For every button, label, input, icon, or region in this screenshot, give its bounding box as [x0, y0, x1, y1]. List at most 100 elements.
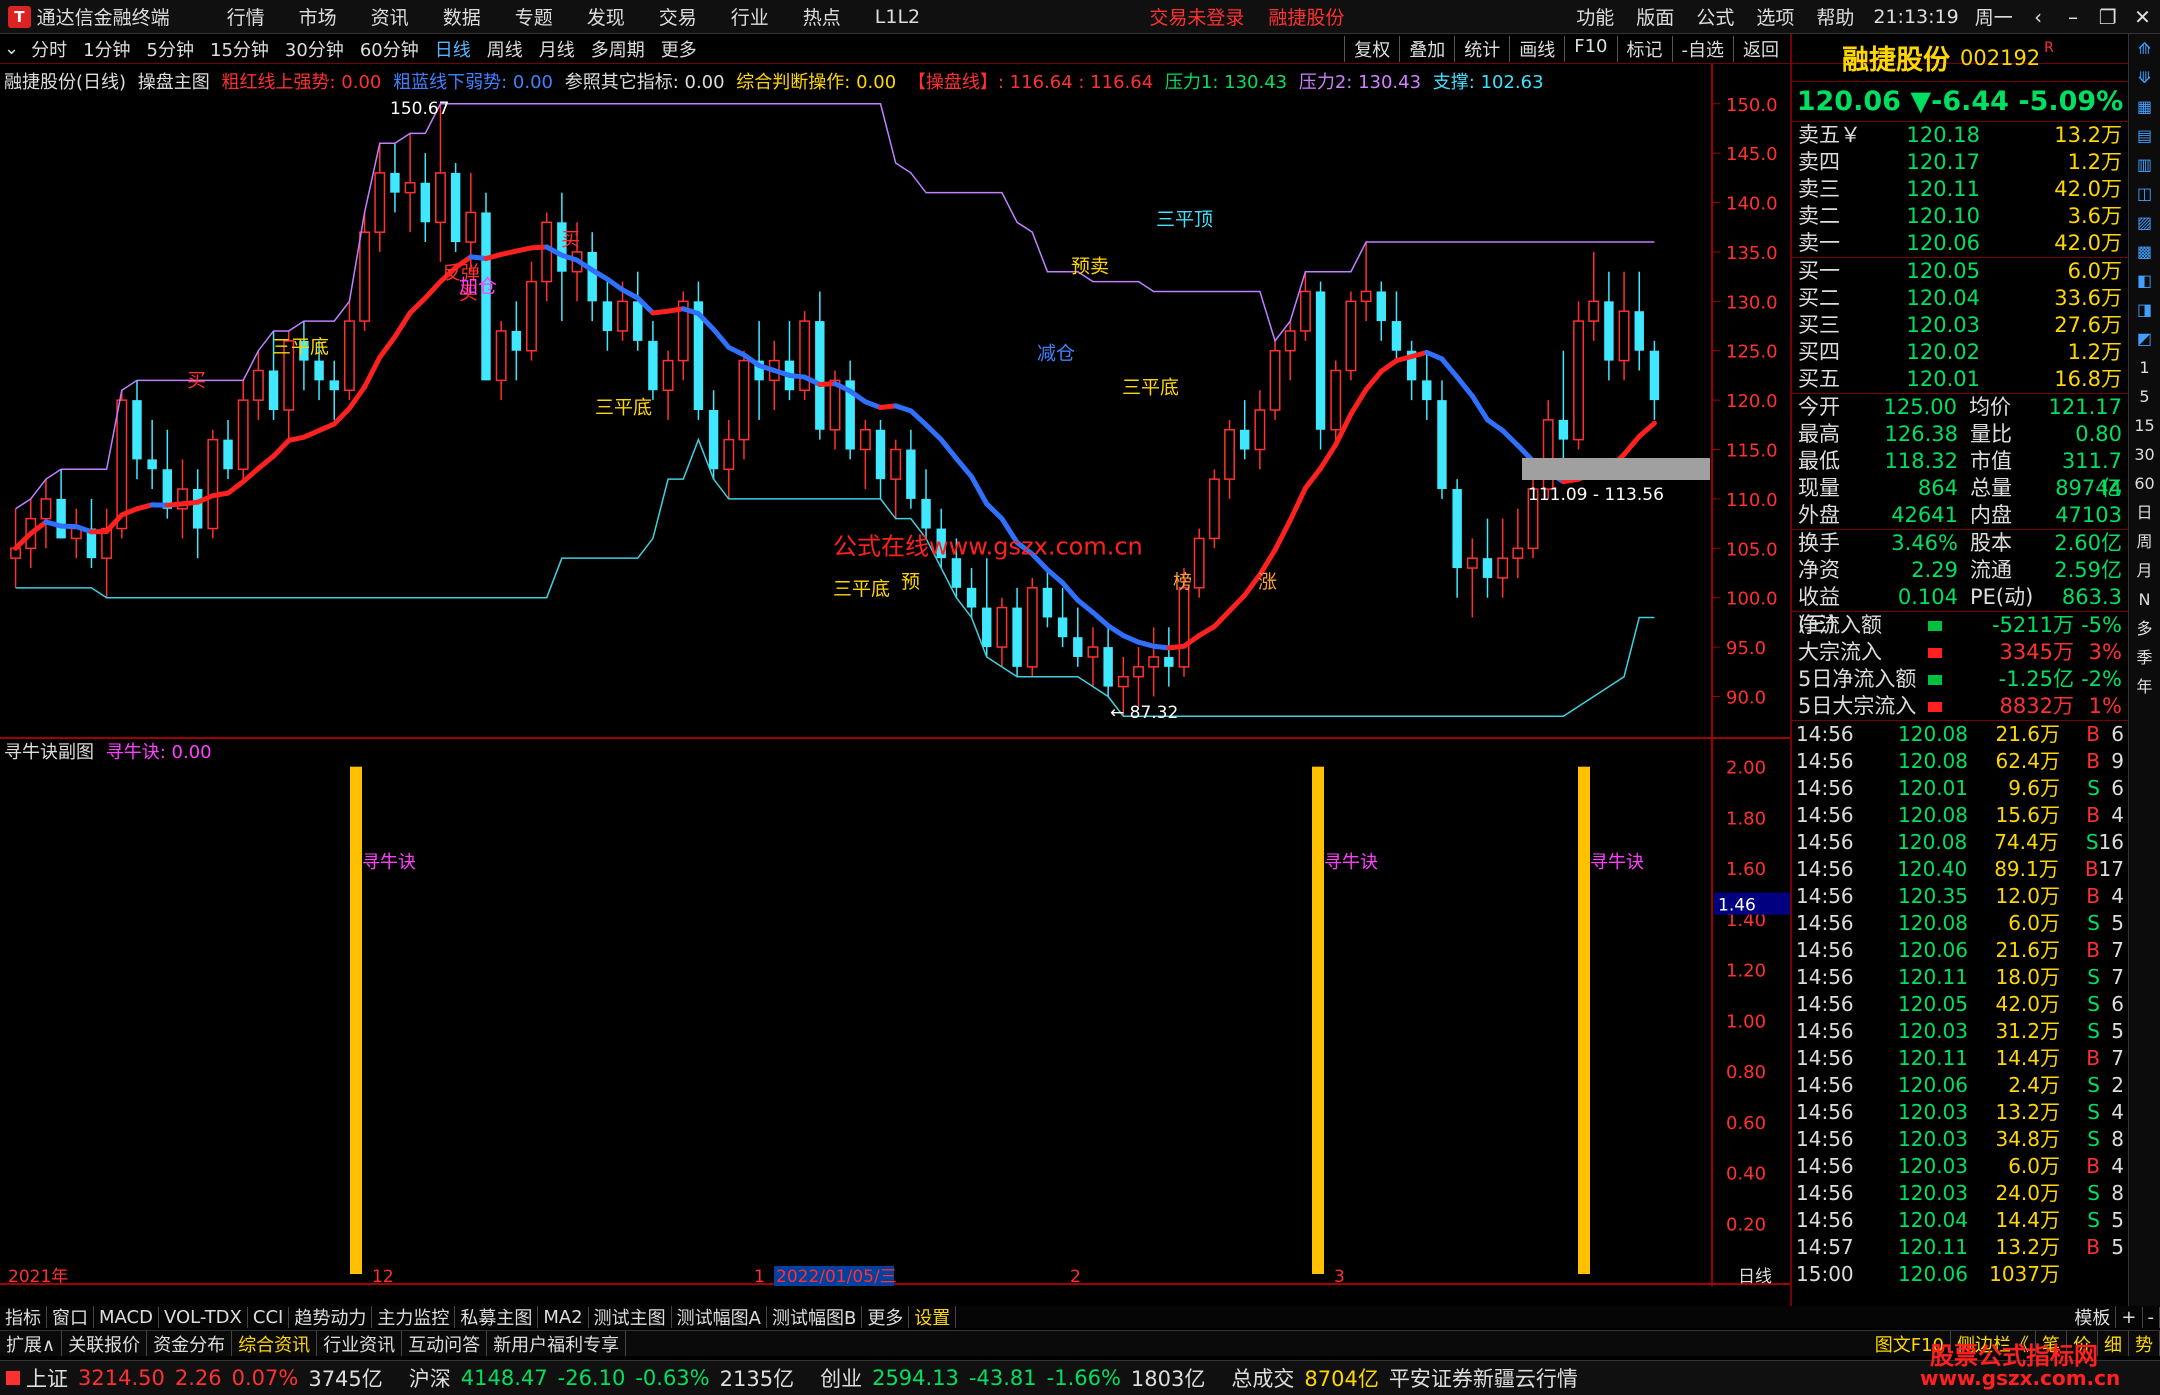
info-tab[interactable]: 行业资讯	[317, 1331, 403, 1356]
info-right-button[interactable]: 势	[2129, 1331, 2160, 1356]
info-tab[interactable]: 扩展∧	[0, 1331, 63, 1356]
menu-item[interactable]: 交易	[659, 3, 697, 30]
indicator-tab[interactable]: 更多	[862, 1306, 910, 1328]
kline-chart[interactable]: 150.0 145.0 140.0 135.0 130.0 125.0 120.0 115.0…	[0, 64, 1790, 1286]
period-tab[interactable]: 1分钟	[79, 36, 134, 62]
sub-y-tick-label: 0.60	[1726, 1113, 1766, 1134]
tool-button[interactable]: F10	[1564, 35, 1616, 62]
info-right-button[interactable]: 细	[2098, 1331, 2129, 1356]
chevron-down-icon[interactable]: ⌄	[4, 38, 19, 59]
period-tab[interactable]: 多周期	[587, 36, 649, 62]
side-tool-icon[interactable]: ▤	[2137, 121, 2152, 150]
tool-button[interactable]: 返回	[1733, 35, 1788, 62]
period-tab-active[interactable]: 日线	[431, 36, 475, 62]
menu-item[interactable]: 数据	[443, 3, 481, 30]
menu-item[interactable]: 专题	[515, 3, 553, 30]
side-period-button[interactable]: 5	[2139, 382, 2149, 411]
side-period-button[interactable]: N	[2139, 585, 2151, 614]
indicator-tab[interactable]: CCI	[248, 1306, 290, 1328]
period-tab[interactable]: 5分钟	[143, 36, 198, 62]
menu-function[interactable]: 功能	[1576, 3, 1614, 30]
minimize-icon[interactable]: –	[2056, 5, 2091, 29]
tick-row: 14:56 120.08 21.6万 B 6	[1792, 721, 2128, 748]
indicator-tab[interactable]: VOL-TDX	[159, 1306, 248, 1328]
indicator-tab[interactable]: 窗口	[47, 1306, 94, 1328]
period-tab[interactable]: 60分钟	[356, 36, 423, 62]
quote-cell: 卖一	[1798, 231, 1840, 255]
side-tool-icon[interactable]: ⟰	[2138, 34, 2151, 63]
side-period-button[interactable]: 1	[2139, 353, 2149, 382]
indicator-tab[interactable]: 指标	[0, 1306, 47, 1328]
menu-item[interactable]: L1L2	[875, 6, 920, 28]
indicator-tab[interactable]: 测试幅图A	[672, 1306, 767, 1328]
side-tool-icon[interactable]: ▦	[2137, 92, 2152, 121]
candle-down	[329, 380, 339, 391]
index-name[interactable]: 上证	[26, 1363, 68, 1393]
indicator-tab[interactable]: 测试主图	[589, 1306, 672, 1328]
period-tab[interactable]: 15分钟	[206, 36, 273, 62]
template-button[interactable]: -	[2143, 1306, 2160, 1328]
menu-layout[interactable]: 版面	[1636, 3, 1674, 30]
menu-help[interactable]: 帮助	[1816, 3, 1854, 30]
menu-item[interactable]: 行业	[731, 3, 769, 30]
menu-item[interactable]: 资讯	[371, 3, 409, 30]
side-period-button[interactable]: 30	[2134, 440, 2154, 469]
info-tab[interactable]: 互动问答	[402, 1331, 488, 1356]
info-tab[interactable]: 综合资讯	[232, 1331, 318, 1356]
menu-item[interactable]: 发现	[587, 3, 625, 30]
side-tool-icon[interactable]: ◩	[2137, 324, 2152, 353]
tool-button[interactable]: 标记	[1616, 35, 1672, 62]
side-tool-icon[interactable]: ◨	[2137, 295, 2152, 324]
side-tool-icon[interactable]: ▩	[2137, 237, 2152, 266]
menu-item[interactable]: 市场	[299, 3, 337, 30]
side-period-button[interactable]: 15	[2134, 411, 2154, 440]
period-tab[interactable]: 周线	[483, 36, 527, 62]
tool-button[interactable]: 统计	[1454, 35, 1509, 62]
side-period-button[interactable]: 周	[2136, 527, 2152, 556]
side-period-button[interactable]: 60	[2134, 469, 2154, 498]
side-tool-icon[interactable]: ▥	[2137, 150, 2152, 179]
menu-item[interactable]: 热点	[803, 3, 841, 30]
template-button[interactable]: 模板	[2069, 1306, 2117, 1328]
close-icon[interactable]: ✕	[2125, 5, 2160, 29]
indicator-tab[interactable]: 趋势动力	[289, 1306, 373, 1328]
tool-button[interactable]: 画线	[1509, 35, 1564, 62]
period-tab-more[interactable]: 更多	[657, 36, 701, 62]
index-name[interactable]: 创业	[820, 1363, 862, 1393]
indicator-tab[interactable]: 设置	[909, 1306, 957, 1328]
info-tab[interactable]: 关联报价	[62, 1331, 148, 1356]
side-period-button[interactable]: 多	[2136, 614, 2152, 643]
side-period-button[interactable]: 季	[2136, 643, 2152, 672]
menu-item[interactable]: 行情	[227, 3, 265, 30]
index-name[interactable]: 沪深	[409, 1363, 451, 1393]
chart-canvas[interactable]: 150.0 145.0 140.0 135.0 130.0 125.0 120.0 115.0…	[0, 64, 1790, 1286]
tool-button[interactable]: 叠加	[1399, 35, 1454, 62]
side-tool-icon[interactable]: ⟱	[2138, 63, 2151, 92]
menu-options[interactable]: 选项	[1756, 3, 1794, 30]
indicator-tab[interactable]: MACD	[94, 1306, 159, 1328]
login-status[interactable]: 交易未登录	[1149, 3, 1244, 30]
side-period-button[interactable]: 年	[2136, 672, 2152, 701]
side-tool-icon[interactable]: ◧	[2137, 266, 2152, 295]
period-tab[interactable]: 分时	[27, 36, 71, 62]
restore-icon[interactable]: ❐	[2090, 5, 2125, 29]
indicator-tab[interactable]: MA2	[538, 1306, 589, 1328]
side-tool-icon[interactable]: ◫	[2137, 179, 2152, 208]
back-icon[interactable]: ‹	[2021, 5, 2056, 29]
quote-row: 买五 120.01 16.8万	[1792, 366, 2128, 393]
template-button[interactable]: +	[2116, 1306, 2143, 1328]
info-tab[interactable]: 新用户福利专享	[487, 1331, 627, 1356]
menu-formula[interactable]: 公式	[1696, 3, 1734, 30]
side-tool-icon[interactable]: ▨	[2137, 208, 2152, 237]
side-period-button[interactable]: 月	[2136, 556, 2152, 585]
indicator-tab[interactable]: 主力监控	[372, 1306, 456, 1328]
period-tab[interactable]: 月线	[535, 36, 579, 62]
side-period-button[interactable]: 日	[2136, 498, 2152, 527]
indicator-tab[interactable]: 测试幅图B	[767, 1306, 863, 1328]
candle-down	[1634, 311, 1644, 351]
tool-button[interactable]: -自选	[1671, 35, 1734, 62]
period-tab[interactable]: 30分钟	[281, 36, 348, 62]
tool-button[interactable]: 复权	[1344, 35, 1399, 62]
info-tab[interactable]: 资金分布	[147, 1331, 233, 1356]
indicator-tab[interactable]: 私募主图	[455, 1306, 539, 1328]
